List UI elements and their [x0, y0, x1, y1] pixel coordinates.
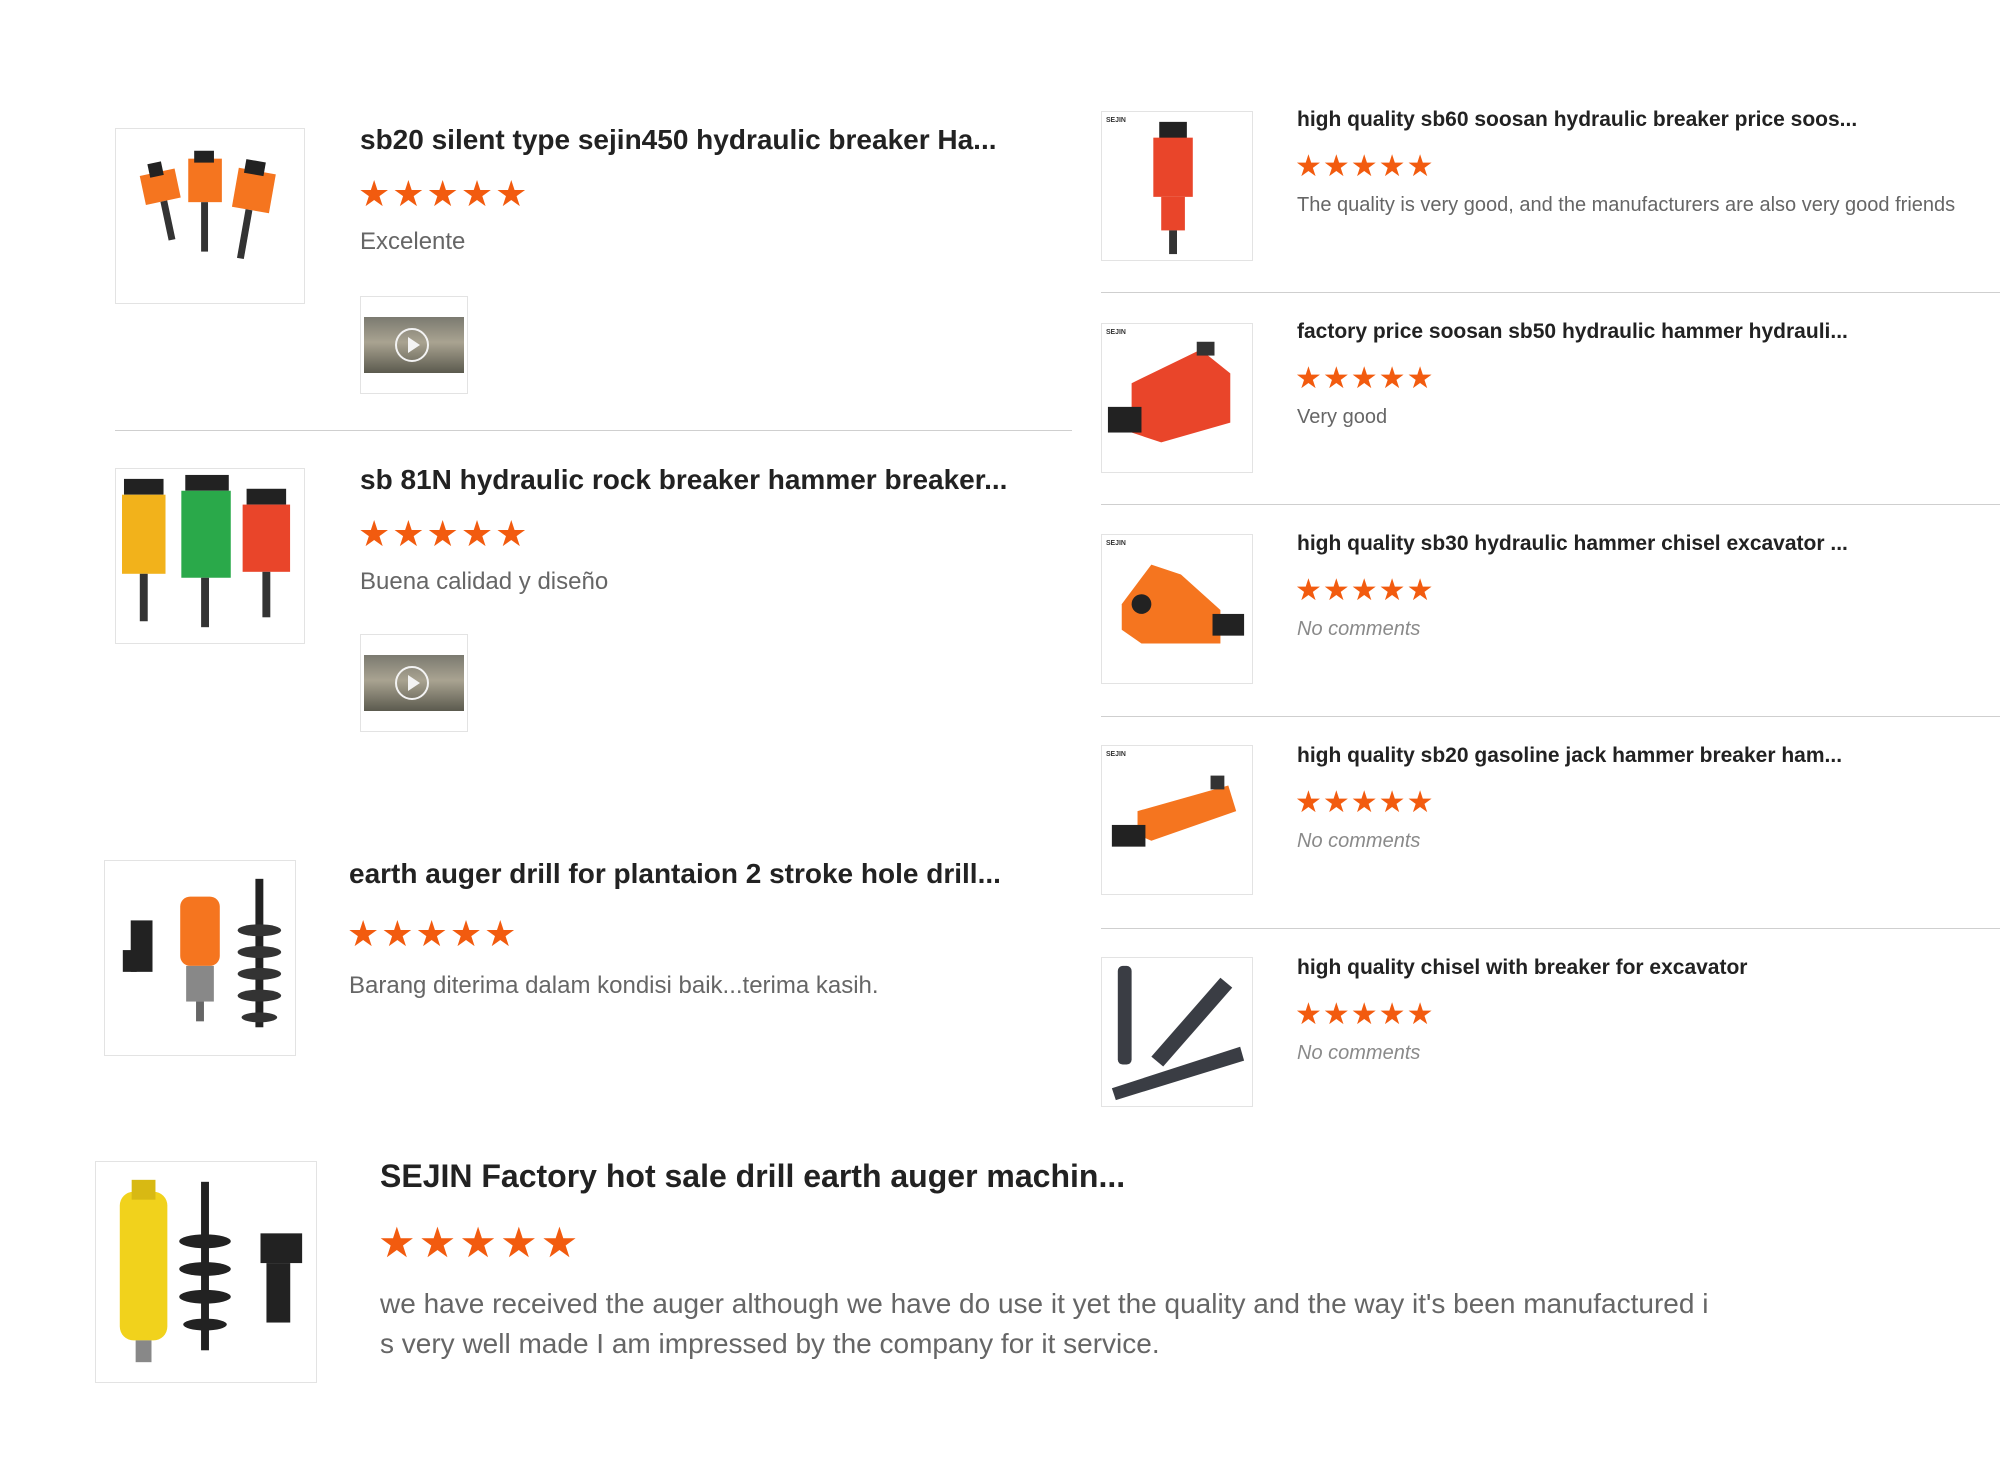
rating-stars: ★★★★★	[358, 513, 530, 554]
review-title[interactable]: high quality chisel with breaker for exc…	[1297, 956, 1747, 980]
rating-stars: ★★★★★	[1295, 574, 1435, 607]
product-image-breaker-orange-side[interactable]: SEJIN	[1101, 534, 1253, 684]
product-image-chisels[interactable]	[1101, 957, 1253, 1107]
review-comment: No comments	[1297, 1042, 1421, 1064]
rating-stars: ★★★★★	[347, 913, 519, 954]
product-image-auger-orange[interactable]	[104, 860, 296, 1056]
review-comment: Very good	[1297, 406, 1388, 428]
review-title[interactable]: sb20 silent type sejin450 hydraulic brea…	[360, 124, 997, 156]
review-video-thumbnail[interactable]	[360, 634, 468, 732]
review-title[interactable]: high quality sb20 gasoline jack hammer b…	[1297, 744, 1842, 768]
divider	[1101, 928, 2000, 929]
play-icon[interactable]	[395, 328, 429, 362]
review-comment: Buena calidad y diseño	[360, 568, 609, 595]
divider	[1101, 716, 2000, 717]
review-title[interactable]: high quality sb60 soosan hydraulic break…	[1297, 108, 1857, 132]
rating-stars: ★★★★★	[1295, 998, 1435, 1031]
sejin-brand-mark: SEJIN	[1106, 751, 1126, 758]
rating-stars: ★★★★★	[1295, 150, 1435, 183]
product-image-breakers-multicolor[interactable]	[115, 468, 305, 644]
divider	[1101, 504, 2000, 505]
product-image-breaker-red-side[interactable]: SEJIN	[1101, 323, 1253, 473]
sejin-brand-mark: SEJIN	[1106, 329, 1126, 336]
review-title[interactable]: SEJIN Factory hot sale drill earth auger…	[380, 1158, 1125, 1195]
review-comment: Barang diterima dalam kondisi baik...ter…	[349, 972, 879, 999]
product-image-breaker-orange-small[interactable]: SEJIN	[1101, 745, 1253, 895]
rating-stars: ★★★★★	[378, 1219, 582, 1266]
rating-stars: ★★★★★	[1295, 786, 1435, 819]
product-image-breaker-red[interactable]: SEJIN	[1101, 111, 1253, 261]
review-comment: Excelente	[360, 228, 466, 255]
review-title[interactable]: high quality sb30 hydraulic hammer chise…	[1297, 532, 1848, 556]
play-icon[interactable]	[395, 666, 429, 700]
rating-stars: ★★★★★	[1295, 362, 1435, 395]
sejin-brand-mark: SEJIN	[1106, 540, 1126, 547]
review-comment: The quality is very good, and the manufa…	[1297, 194, 1956, 216]
product-image-breakers-orange[interactable]	[115, 128, 305, 304]
divider	[1101, 292, 2000, 293]
divider	[115, 430, 1072, 431]
review-title[interactable]: sb 81N hydraulic rock breaker hammer bre…	[360, 464, 1007, 496]
rating-stars: ★★★★★	[358, 173, 530, 214]
product-image-auger-yellow[interactable]	[95, 1161, 317, 1383]
review-comment: No comments	[1297, 618, 1421, 640]
review-comment-line: s very well made I am impressed by the c…	[380, 1328, 1160, 1359]
review-title[interactable]: earth auger drill for plantaion 2 stroke…	[349, 858, 1001, 890]
sejin-brand-mark: SEJIN	[1106, 117, 1126, 124]
review-comment-line: we have received the auger although we h…	[380, 1288, 1709, 1319]
review-title[interactable]: factory price soosan sb50 hydraulic hamm…	[1297, 320, 1848, 344]
review-comment: No comments	[1297, 830, 1421, 852]
review-video-thumbnail[interactable]	[360, 296, 468, 394]
